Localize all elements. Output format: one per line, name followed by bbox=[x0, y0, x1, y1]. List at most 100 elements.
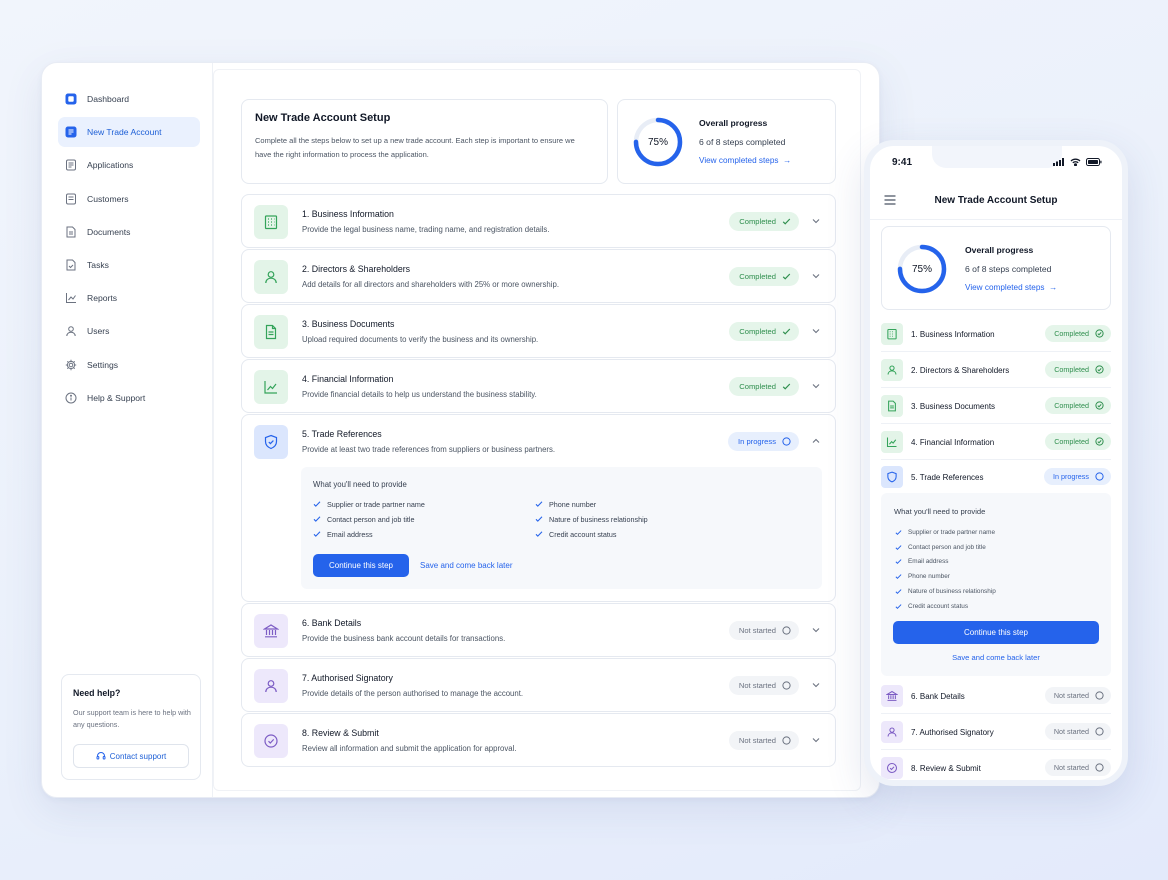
sidebar-item-applications[interactable]: Applications bbox=[58, 150, 200, 180]
status-badge: Completed bbox=[729, 212, 799, 231]
check-icon bbox=[782, 272, 791, 281]
requirement-label: Phone number bbox=[908, 573, 950, 581]
person-icon bbox=[254, 260, 288, 294]
save-later-link[interactable]: Save and come back later bbox=[420, 561, 513, 570]
check-icon bbox=[895, 573, 908, 580]
help-card: Need help? Our support team is here to h… bbox=[61, 674, 201, 780]
step-description: Provide financial details to help us und… bbox=[302, 390, 537, 399]
mobile-step-row[interactable]: 2. Directors & Shareholders Completed bbox=[881, 353, 1111, 388]
requirement-label: Contact person and job title bbox=[327, 514, 415, 524]
step-description: Provide the business bank account detail… bbox=[302, 634, 506, 643]
status-time: 9:41 bbox=[892, 157, 913, 168]
help-icon bbox=[65, 392, 77, 404]
requirement-item: Nature of business relationship bbox=[895, 584, 996, 599]
mobile-step-row[interactable]: 5. Trade References In progress bbox=[881, 460, 1111, 495]
status-badge: Not started bbox=[728, 731, 799, 750]
status-label: Completed bbox=[1054, 437, 1089, 446]
progress-percent: 75% bbox=[911, 263, 932, 275]
progress-subtitle: 6 of 8 steps completed bbox=[699, 137, 786, 147]
documents-icon bbox=[65, 226, 77, 238]
mobile-step-row[interactable]: 8. Review & Submit Not started bbox=[881, 751, 1111, 780]
continue-step-button[interactable]: Continue this step bbox=[313, 554, 409, 577]
circle-icon bbox=[782, 681, 791, 690]
check-icon bbox=[782, 327, 791, 336]
status-bar: 9:41 bbox=[870, 146, 1122, 180]
sidebar-item-users[interactable]: Users bbox=[58, 316, 200, 346]
wifi-icon bbox=[1070, 158, 1081, 166]
applications-icon bbox=[65, 159, 77, 171]
sidebar-item-help-support[interactable]: Help & Support bbox=[58, 383, 200, 413]
arrow-right-icon: → bbox=[1046, 283, 1058, 292]
step-card: 4. Financial Information Provide financi… bbox=[241, 359, 836, 413]
view-completed-steps-link[interactable]: View completed steps → bbox=[965, 283, 1057, 292]
bank-icon bbox=[254, 614, 288, 648]
status-label: Completed bbox=[1054, 329, 1089, 338]
status-badge: Completed bbox=[729, 322, 799, 341]
save-later-link[interactable]: Save and come back later bbox=[881, 653, 1111, 662]
step-description: Upload required documents to verify the … bbox=[302, 335, 539, 344]
requirement-label: Email address bbox=[908, 558, 949, 566]
requirement-item: Credit account status bbox=[895, 599, 996, 614]
intro-card: New Trade Account Setup Complete all the… bbox=[241, 99, 608, 184]
chevron-down-icon[interactable] bbox=[811, 680, 821, 690]
step-title: 3. Business Documents bbox=[911, 402, 996, 411]
arrow-right-icon: → bbox=[780, 156, 792, 165]
sidebar-item-dashboard[interactable]: Dashboard bbox=[58, 84, 200, 114]
contact-support-label: Contact support bbox=[109, 751, 167, 761]
requirements-list: Supplier or trade partner name Contact p… bbox=[895, 525, 996, 614]
check-icon bbox=[535, 500, 549, 508]
sidebar-item-documents[interactable]: Documents bbox=[58, 217, 200, 247]
mobile-page-title: New Trade Account Setup bbox=[934, 195, 1058, 206]
step-title: 2. Directors & Shareholders bbox=[911, 366, 1010, 375]
bank-icon bbox=[881, 685, 903, 707]
circle-icon bbox=[782, 626, 791, 635]
status-badge: Completed bbox=[1045, 361, 1111, 378]
step-card-expanded: 5. Trade References Provide at least two… bbox=[241, 414, 836, 602]
contact-support-button[interactable]: Contact support bbox=[73, 744, 189, 768]
mobile-progress-card: 75% Overall progress 6 of 8 steps comple… bbox=[881, 226, 1111, 310]
chevron-down-icon[interactable] bbox=[811, 326, 821, 336]
view-completed-steps-link[interactable]: View completed steps → bbox=[699, 156, 791, 165]
building-icon bbox=[881, 323, 903, 345]
requirement-label: Nature of business relationship bbox=[908, 588, 996, 596]
chevron-up-icon[interactable] bbox=[811, 436, 821, 446]
chevron-down-icon[interactable] bbox=[811, 271, 821, 281]
chevron-down-icon[interactable] bbox=[811, 216, 821, 226]
circle-icon bbox=[1095, 727, 1104, 736]
sidebar-item-settings[interactable]: Settings bbox=[58, 350, 200, 380]
sidebar-item-customers[interactable]: Customers bbox=[58, 184, 200, 214]
check-icon bbox=[782, 217, 791, 226]
step-card: 6. Bank Details Provide the business ban… bbox=[241, 603, 836, 657]
step-title: 5. Trade References bbox=[911, 473, 984, 482]
requirements-title: What you'll need to provide bbox=[313, 480, 407, 489]
status-label: In progress bbox=[1053, 472, 1089, 481]
sidebar-item-tasks[interactable]: Tasks bbox=[58, 250, 200, 280]
requirement-item: Contact person and job title bbox=[895, 540, 996, 555]
sidebar: Dashboard New Trade Account Applications… bbox=[42, 63, 213, 797]
mobile-step-row[interactable]: 3. Business Documents Completed bbox=[881, 389, 1111, 424]
status-label: Completed bbox=[739, 272, 776, 281]
requirement-label: Credit account status bbox=[549, 529, 617, 539]
chevron-down-icon[interactable] bbox=[811, 735, 821, 745]
status-label: Completed bbox=[739, 327, 776, 336]
progress-ring: 75% bbox=[632, 116, 684, 168]
mobile-requirements-panel: What you'll need to provide Supplier or … bbox=[881, 493, 1111, 676]
sidebar-item-reports[interactable]: Reports bbox=[58, 283, 200, 313]
mobile-step-row[interactable]: 6. Bank Details Not started bbox=[881, 679, 1111, 714]
view-completed-steps-label: View completed steps bbox=[965, 283, 1045, 292]
check-shield-icon bbox=[1095, 437, 1104, 446]
check-icon bbox=[895, 588, 908, 595]
status-label: Not started bbox=[1053, 691, 1089, 700]
chevron-down-icon[interactable] bbox=[811, 381, 821, 391]
help-title: Need help? bbox=[73, 688, 121, 698]
sidebar-item-new-trade-account[interactable]: New Trade Account bbox=[58, 117, 200, 148]
mobile-step-row[interactable]: 1. Business Information Completed bbox=[881, 317, 1111, 352]
person-icon bbox=[881, 721, 903, 743]
continue-step-button[interactable]: Continue this step bbox=[893, 621, 1099, 644]
mobile-step-row[interactable]: 4. Financial Information Completed bbox=[881, 425, 1111, 460]
chevron-down-icon[interactable] bbox=[811, 625, 821, 635]
status-label: Not started bbox=[738, 681, 776, 690]
customers-icon bbox=[65, 193, 77, 205]
mobile-step-row[interactable]: 7. Authorised Signatory Not started bbox=[881, 715, 1111, 750]
sidebar-item-label: Settings bbox=[87, 359, 119, 370]
